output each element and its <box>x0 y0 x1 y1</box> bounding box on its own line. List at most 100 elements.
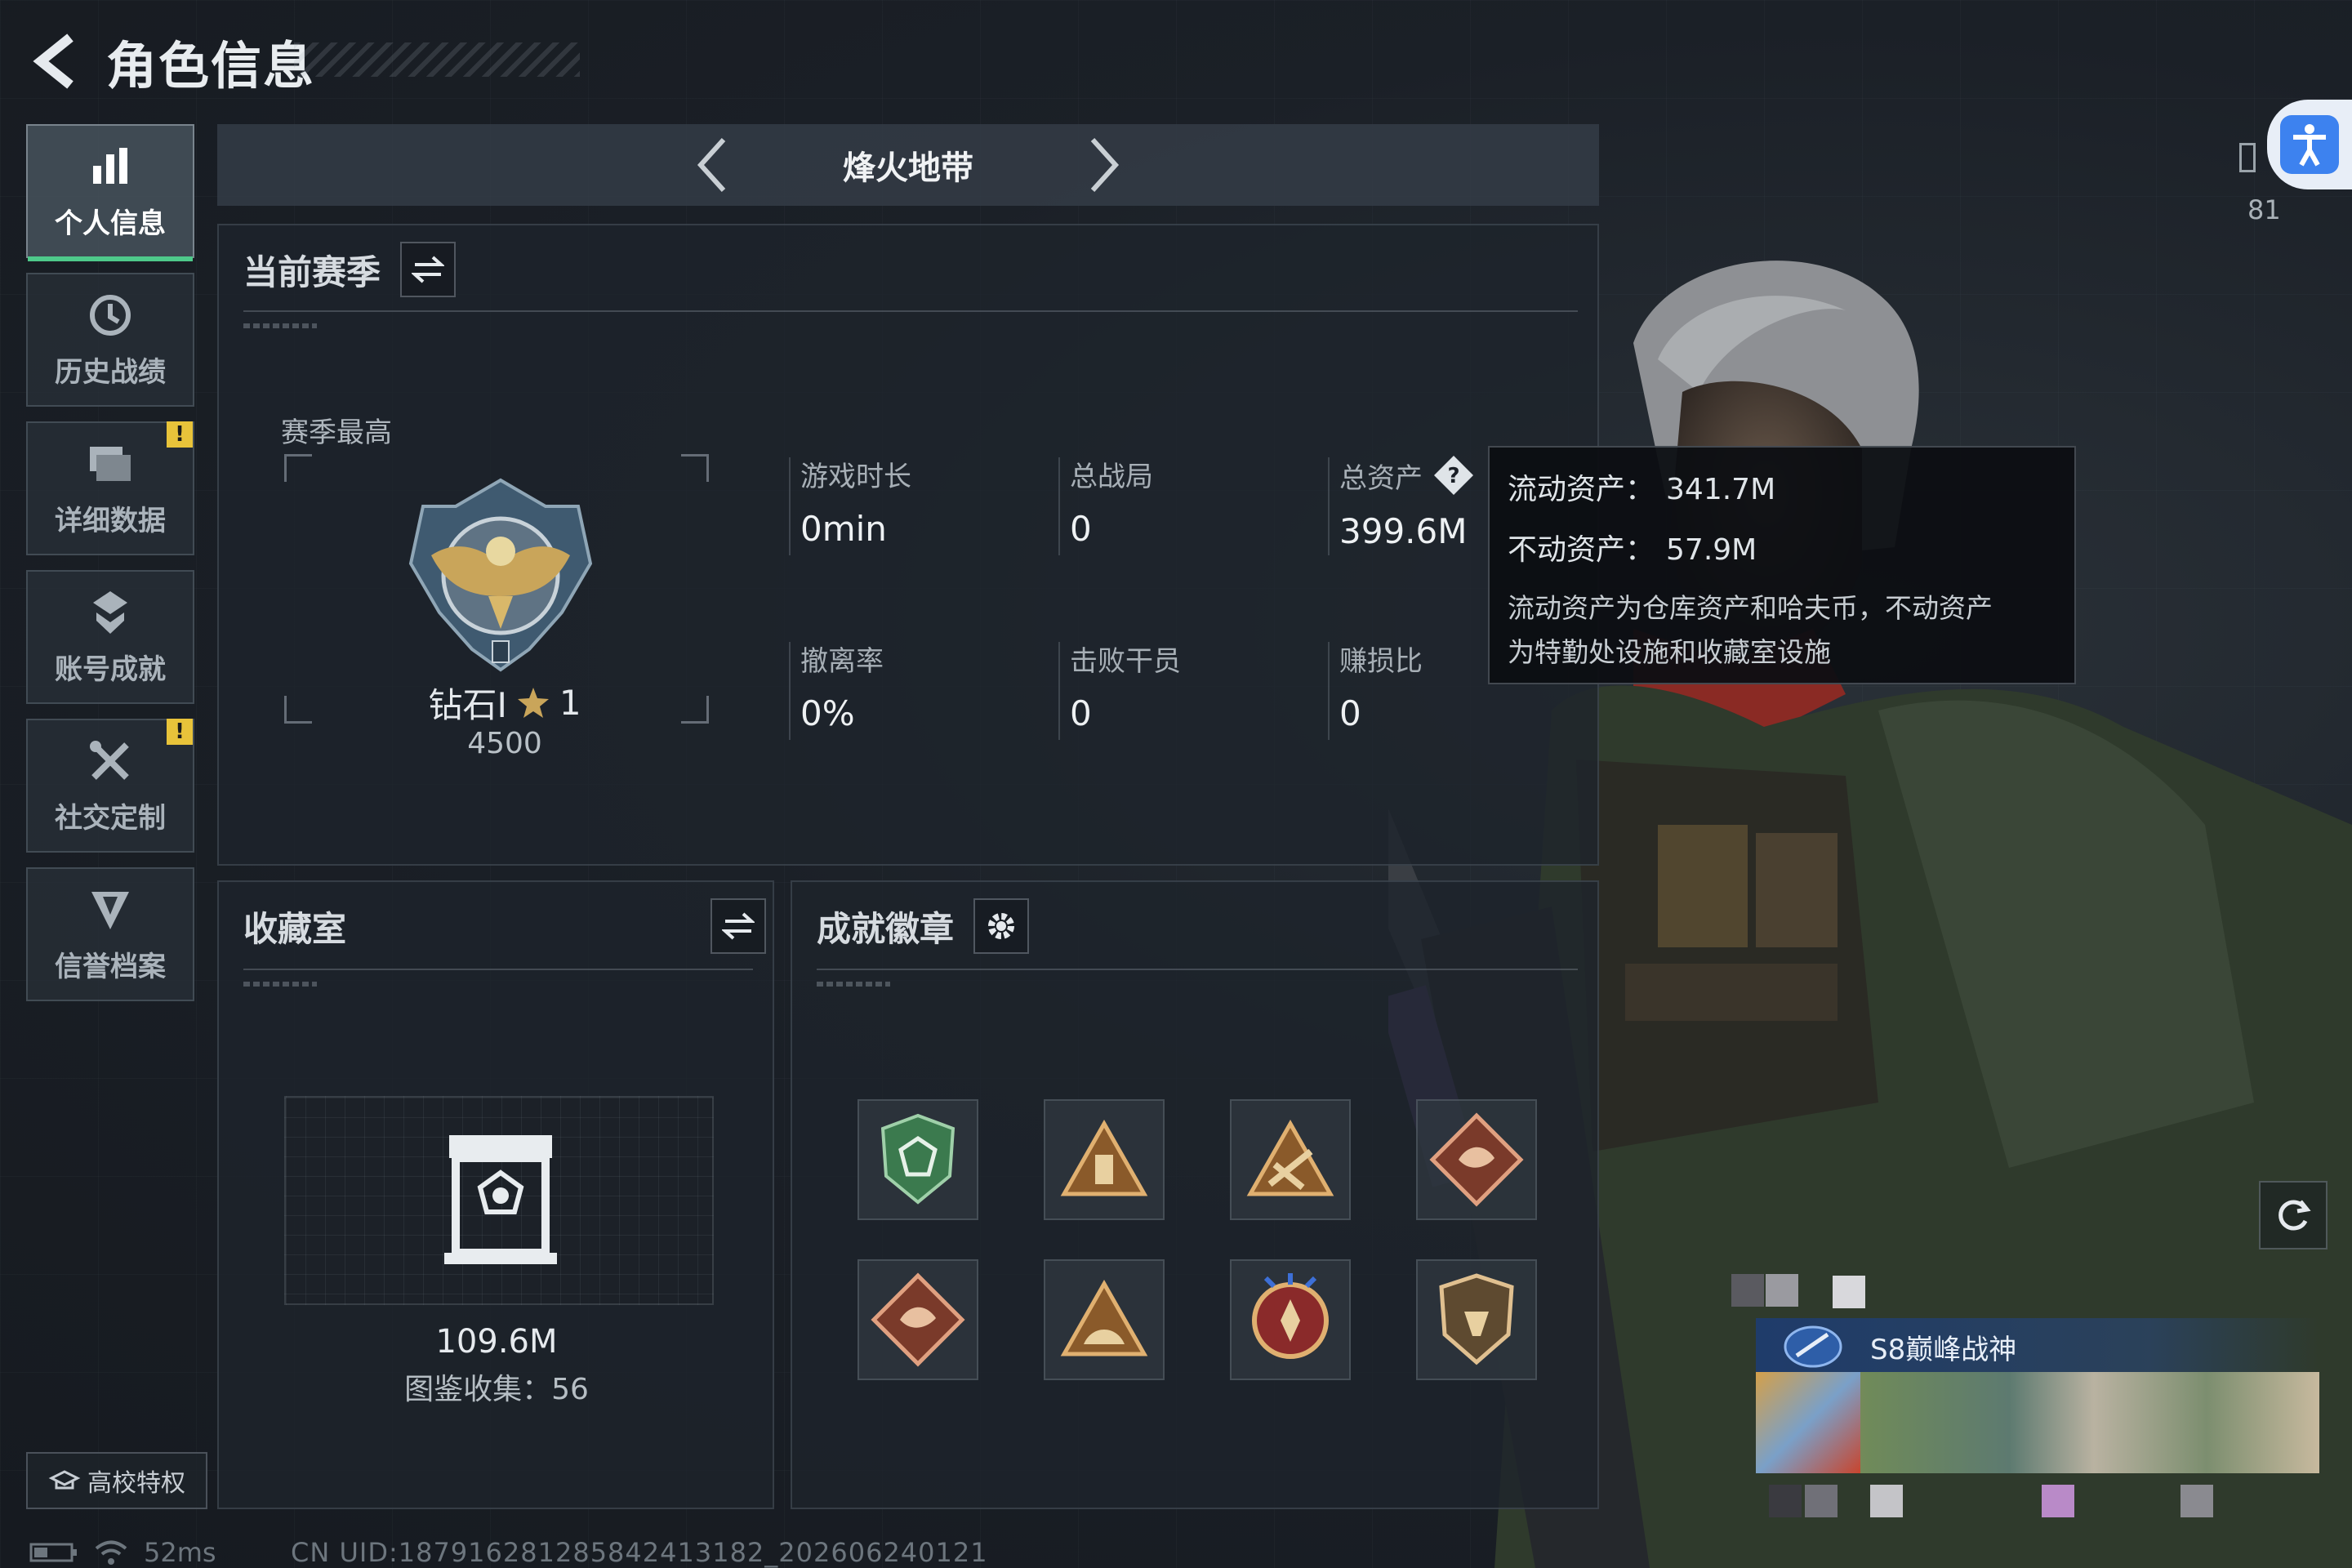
triangle-badge-icon <box>1060 1119 1148 1196</box>
panel-header: 成就徽章 <box>817 898 1030 954</box>
assets-tooltip: 流动资产： 341.7M 不动资产： 57.9M 流动资产为仓库资产和哈夫币，不动资… <box>1488 446 2076 684</box>
rank-name-row: 钻石Ⅰ 1 <box>219 678 791 728</box>
refresh-icon <box>2278 1200 2311 1231</box>
bronze-shield-badge-icon <box>1439 1273 1514 1365</box>
banner-portrait <box>1756 1372 1860 1473</box>
sidebar-item-label: 详细数据 <box>55 504 166 537</box>
header-tick-decoration <box>243 323 317 328</box>
history-icon <box>86 291 135 340</box>
status-bar: 52ms <box>29 1537 216 1568</box>
badge-dragon-diamond-1[interactable] <box>1416 1099 1537 1220</box>
warning-badge: ! <box>167 421 193 448</box>
badge-triangle-bronze-2[interactable] <box>1230 1099 1351 1220</box>
collection-panel: 收藏室 109.6M 图鉴收集：56 <box>217 880 774 1509</box>
stat-value: 399.6M <box>1339 511 1468 551</box>
stat-total-matches: 总战局 0 <box>1058 454 1153 555</box>
sidebar-item-history[interactable]: 历史战绩 <box>26 273 194 407</box>
collection-display[interactable] <box>284 1096 714 1305</box>
badge-triangle-bronze-1[interactable] <box>1044 1099 1165 1220</box>
header-tick-decoration <box>817 982 890 987</box>
player-level: 81 <box>2247 194 2281 225</box>
stat-extraction-rate: 撤离率 0% <box>789 639 884 740</box>
sidebar: 个人信息 历史战绩 ! 详细数据 账号成就 ! 社交定制 信誉档案 <box>26 124 194 1016</box>
stat-label: 总资产 <box>1339 461 1423 495</box>
badge-star-emblem[interactable] <box>1230 1259 1351 1380</box>
wifi-icon <box>95 1540 127 1565</box>
header-divider <box>243 969 753 970</box>
accessibility-icon <box>2280 115 2339 174</box>
collection-switch-button[interactable] <box>710 898 766 954</box>
stat-value: 0 <box>1070 693 1092 733</box>
liquid-assets-value: 341.7M <box>1666 473 1776 506</box>
season-best-label: 赛季最高 <box>281 416 392 449</box>
accessibility-button[interactable] <box>2267 100 2352 189</box>
sidebar-item-label: 社交定制 <box>55 801 166 835</box>
mosaic-block <box>1870 1485 1903 1517</box>
sidebar-item-social[interactable]: ! 社交定制 <box>26 719 194 853</box>
liquid-assets-label: 流动资产： <box>1508 473 1655 506</box>
svg-text:?: ? <box>1447 464 1459 488</box>
rank-emblem-icon <box>399 474 603 678</box>
mosaic-block <box>1731 1274 1764 1307</box>
chevron-left-icon <box>697 137 726 193</box>
tooltip-note-line: 流动资产为仓库资产和哈夫币，不动资产 <box>1508 592 1993 624</box>
school-icon <box>48 1470 81 1490</box>
badge-bronze-shield[interactable] <box>1416 1259 1537 1380</box>
help-icon[interactable]: ? <box>1432 454 1475 497</box>
sidebar-item-personal-info[interactable]: 个人信息 <box>26 124 194 261</box>
title-decoration <box>294 42 580 77</box>
swap-icon <box>722 912 755 940</box>
mosaic-block <box>2042 1485 2074 1517</box>
school-privilege-button[interactable]: 高校特权 <box>26 1452 207 1509</box>
folder-icon <box>86 439 135 488</box>
sidebar-item-label: 历史战绩 <box>55 355 166 389</box>
header-tick-decoration <box>243 982 317 987</box>
mode-next-button[interactable] <box>1071 128 1137 202</box>
mode-title: 烽火地带 <box>843 149 973 187</box>
swap-icon <box>412 256 445 283</box>
page-title: 角色信息 <box>106 36 316 96</box>
sidebar-item-label: 个人信息 <box>55 207 166 240</box>
stat-play-time: 游戏时长 0min <box>789 454 911 555</box>
header-divider <box>243 310 1578 312</box>
triangle-badge-icon <box>1246 1119 1334 1196</box>
stat-profit-loss-ratio: 赚损比 0 <box>1328 639 1423 740</box>
sidebar-item-label: 账号成就 <box>55 653 166 686</box>
stat-label: 游戏时长 <box>800 461 911 493</box>
dragon-badge-icon <box>1429 1112 1524 1207</box>
achievement-settings-button[interactable] <box>973 898 1030 954</box>
rotate-model-button[interactable] <box>2259 1181 2328 1250</box>
badge-triangle-bronze-3[interactable] <box>1044 1259 1165 1380</box>
tools-icon <box>86 737 135 786</box>
sidebar-item-credit[interactable]: 信誉档案 <box>26 867 194 1001</box>
star-emblem-badge-icon <box>1252 1273 1329 1359</box>
rank-points: 4500 <box>467 727 542 760</box>
header: 角色信息 <box>24 24 580 98</box>
mosaic-block <box>1769 1485 1802 1517</box>
badge-dragon-diamond-2[interactable] <box>858 1259 978 1380</box>
triangle-badge-icon <box>1060 1279 1148 1356</box>
stat-value: 0 <box>1070 509 1092 549</box>
mode-prev-button[interactable] <box>679 128 745 202</box>
mosaic-block <box>1833 1276 1865 1308</box>
stat-label-row: 总资产 ? <box>1339 454 1475 497</box>
back-button[interactable] <box>24 29 90 94</box>
badge-green-shield[interactable] <box>858 1099 978 1220</box>
fixed-assets-label: 不动资产： <box>1508 533 1655 567</box>
battery-icon <box>29 1543 77 1562</box>
mosaic-block <box>1805 1485 1838 1517</box>
sidebar-item-achievements[interactable]: 账号成就 <box>26 570 194 704</box>
dragon-badge-icon <box>871 1272 965 1367</box>
stat-label: 击败干员 <box>1070 645 1181 678</box>
current-season-panel: 当前赛季 赛季最高 钻石Ⅰ 1 4500 游戏时长 0min 总战局 0 总资产… <box>217 224 1599 866</box>
sidebar-item-detailed-data[interactable]: ! 详细数据 <box>26 421 194 555</box>
rank-stars: 1 <box>559 683 581 723</box>
shield-icon <box>86 885 135 934</box>
season-switch-button[interactable] <box>400 242 457 297</box>
signal-indicator <box>2239 143 2256 172</box>
player-title-text: S8巅峰战神 <box>1870 1333 2017 1366</box>
panel-title: 当前赛季 <box>243 252 381 292</box>
tooltip-note-line: 为特勤处设施和收藏室设施 <box>1508 636 1831 668</box>
back-arrow-icon <box>33 33 74 89</box>
stat-value: 0 <box>1339 693 1361 733</box>
